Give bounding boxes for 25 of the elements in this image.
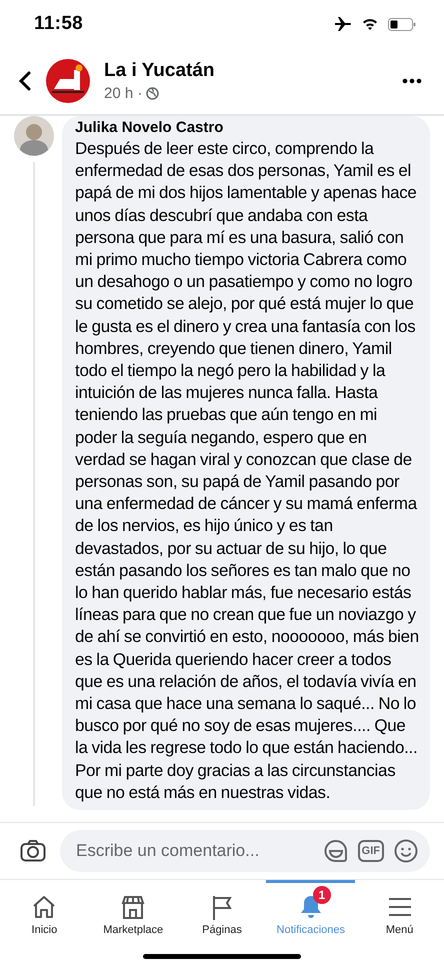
battery-icon	[388, 18, 416, 30]
comment-author[interactable]: Julika Novelo Castro	[75, 119, 420, 136]
gif-button[interactable]: GIF	[358, 840, 384, 862]
nav-tab[interactable]: Páginas	[178, 880, 266, 938]
page-name[interactable]: La i Yucatán	[104, 60, 388, 82]
comment-text: Después de leer este circo, comprendo la enfermedad de esas dos personas, Yamil es el papá de mi dos hijos lamentable y apenas hace unos días descubrí que andaba con esta persona que para mí es una basura, salió con mi primo mucho tiempo victoria Cabrera como un desahogo o un pasatiempo y como no logro su cometido se alejo, por qué está mujer lo que le gusta es el dinero y crea una fantasía con los hombres, creyendo que tienen dinero, Yamil todo el tiempo la negó pero la habilidad y la intuición de las mujeres nunca falla. Hasta teniendo las pruebas que aún tengo en mi poder la seguía negando, espero que en verdad se hagan viral y conozcan que clase de personas son, su papá de Yamil pasando por una enfermedad de cáncer y su mamá enferma de los nervios, es hijo único y es tan devastados, por su actuar de su hijo, lo que están pasando los señores es tan malo que no lo han querido hablar más, fue necesario estás líneas para que no crean que fue un noviazgo y de ahí se convirtió en esto, nooooooo, más bien es la Querida queriendo hacer creer a todos que es una relación de años, el todavía vivía en mi casa que hace una semana lo saqué... No lo busco por qué no soy de esas mujeres.... Que la vida les regrese todo lo que están haciendo... Por mi parte doy gracias a las circunstancias que no está más en nuestras vidas.	[75, 138, 420, 804]
notification-badge: 1	[312, 886, 331, 904]
post-time: 20 h ·	[104, 85, 142, 102]
nav-tab[interactable]: Notificaciones 1	[266, 880, 356, 938]
user-avatar[interactable]	[14, 116, 54, 156]
camera-icon[interactable]	[20, 840, 46, 862]
clock-time: 11:58	[34, 13, 84, 35]
comment-field[interactable]: Escribe un comentario... GIF	[60, 830, 430, 872]
nav-tab[interactable]: Inicio	[0, 880, 89, 938]
more-icon[interactable]	[402, 78, 422, 84]
back-icon[interactable]	[18, 71, 32, 91]
page-logo[interactable]	[46, 59, 90, 103]
wifi-icon	[362, 18, 378, 30]
nav-tab[interactable]: Menú	[355, 880, 444, 938]
smiley-icon[interactable]	[394, 839, 418, 863]
home-icon	[31, 894, 58, 920]
airplane-icon	[334, 16, 352, 32]
nav-tab[interactable]: Marketplace	[88, 880, 178, 938]
sticker-icon[interactable]	[324, 839, 348, 863]
store-icon	[120, 894, 146, 920]
